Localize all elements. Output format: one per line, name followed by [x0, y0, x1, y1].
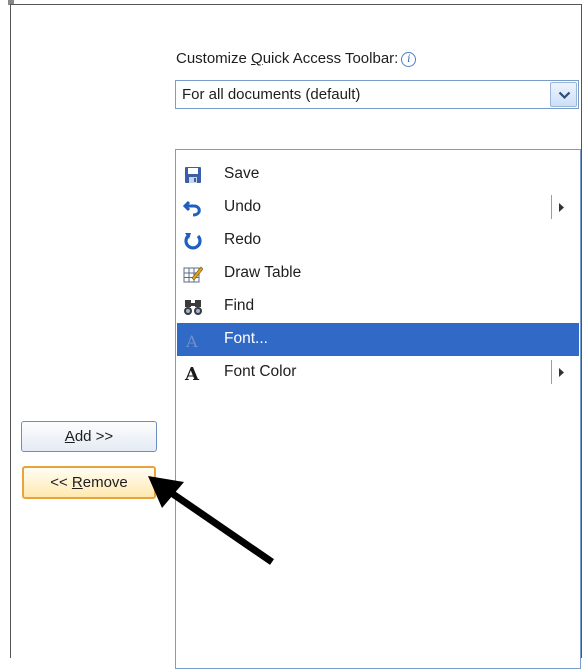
- save-icon: [185, 167, 201, 183]
- remove-button[interactable]: << Remove: [22, 466, 156, 499]
- list-item-redo[interactable]: Redo: [177, 224, 579, 257]
- list-item-label: Font...: [224, 330, 268, 347]
- draw-table-icon: [183, 266, 203, 283]
- dropdown-button[interactable]: [550, 82, 577, 107]
- pointer-arrow-annotation: [148, 476, 274, 565]
- list-item-label: Redo: [224, 231, 262, 248]
- label-text-before: Customize: [176, 50, 252, 67]
- label-accelerator: Q: [251, 50, 263, 67]
- list-item-label: Undo: [224, 198, 262, 215]
- submenu-arrow: [551, 360, 570, 384]
- svg-text:A: A: [184, 364, 200, 383]
- remove-prefix: <<: [50, 474, 72, 491]
- chevron-down-icon: [558, 91, 571, 100]
- frame-top-border: [10, 4, 582, 5]
- scope-select-value: For all documents (default): [182, 86, 361, 103]
- list-item-font[interactable]: A Font...: [177, 323, 579, 356]
- list-item-label: Save: [224, 165, 260, 182]
- label-text-after: uick Access Toolbar:: [262, 50, 399, 67]
- remove-accelerator: R: [71, 474, 83, 491]
- list-item-draw-table[interactable]: Draw Table: [177, 257, 579, 290]
- list-item-save[interactable]: Save: [177, 158, 579, 191]
- submenu-arrow-icon: [559, 203, 564, 212]
- list-item-find[interactable]: Find: [177, 290, 579, 323]
- add-button[interactable]: Add >>: [21, 421, 157, 452]
- frame-right-border: [581, 4, 582, 658]
- svg-text:A: A: [185, 332, 198, 350]
- frame-left-border: [10, 4, 11, 658]
- add-label: dd >>: [74, 428, 114, 445]
- submenu-arrow: [551, 195, 570, 219]
- redo-icon: [184, 233, 202, 250]
- add-accelerator: A: [64, 428, 75, 445]
- font-color-icon: A: [184, 364, 200, 383]
- info-icon[interactable]: i: [401, 52, 417, 67]
- list-item-undo[interactable]: Undo: [177, 191, 579, 224]
- list-item-label: Draw Table: [224, 264, 302, 281]
- list-item-label: Font Color: [224, 363, 297, 380]
- font-icon: A: [185, 332, 198, 350]
- customize-toolbar-label: Customize Quick Access Toolbar: i: [176, 50, 417, 67]
- list-item-font-color[interactable]: A Font Color: [177, 356, 579, 389]
- remove-label: emove: [82, 474, 128, 491]
- quick-access-command-list[interactable]: Save Undo Redo Draw Table Find A Font...…: [175, 149, 581, 669]
- submenu-arrow-icon: [559, 368, 564, 377]
- list-item-label: Find: [224, 297, 255, 314]
- binoculars-icon: [184, 300, 202, 315]
- undo-icon: [183, 200, 201, 217]
- toolbar-scope-select[interactable]: For all documents (default): [175, 80, 579, 109]
